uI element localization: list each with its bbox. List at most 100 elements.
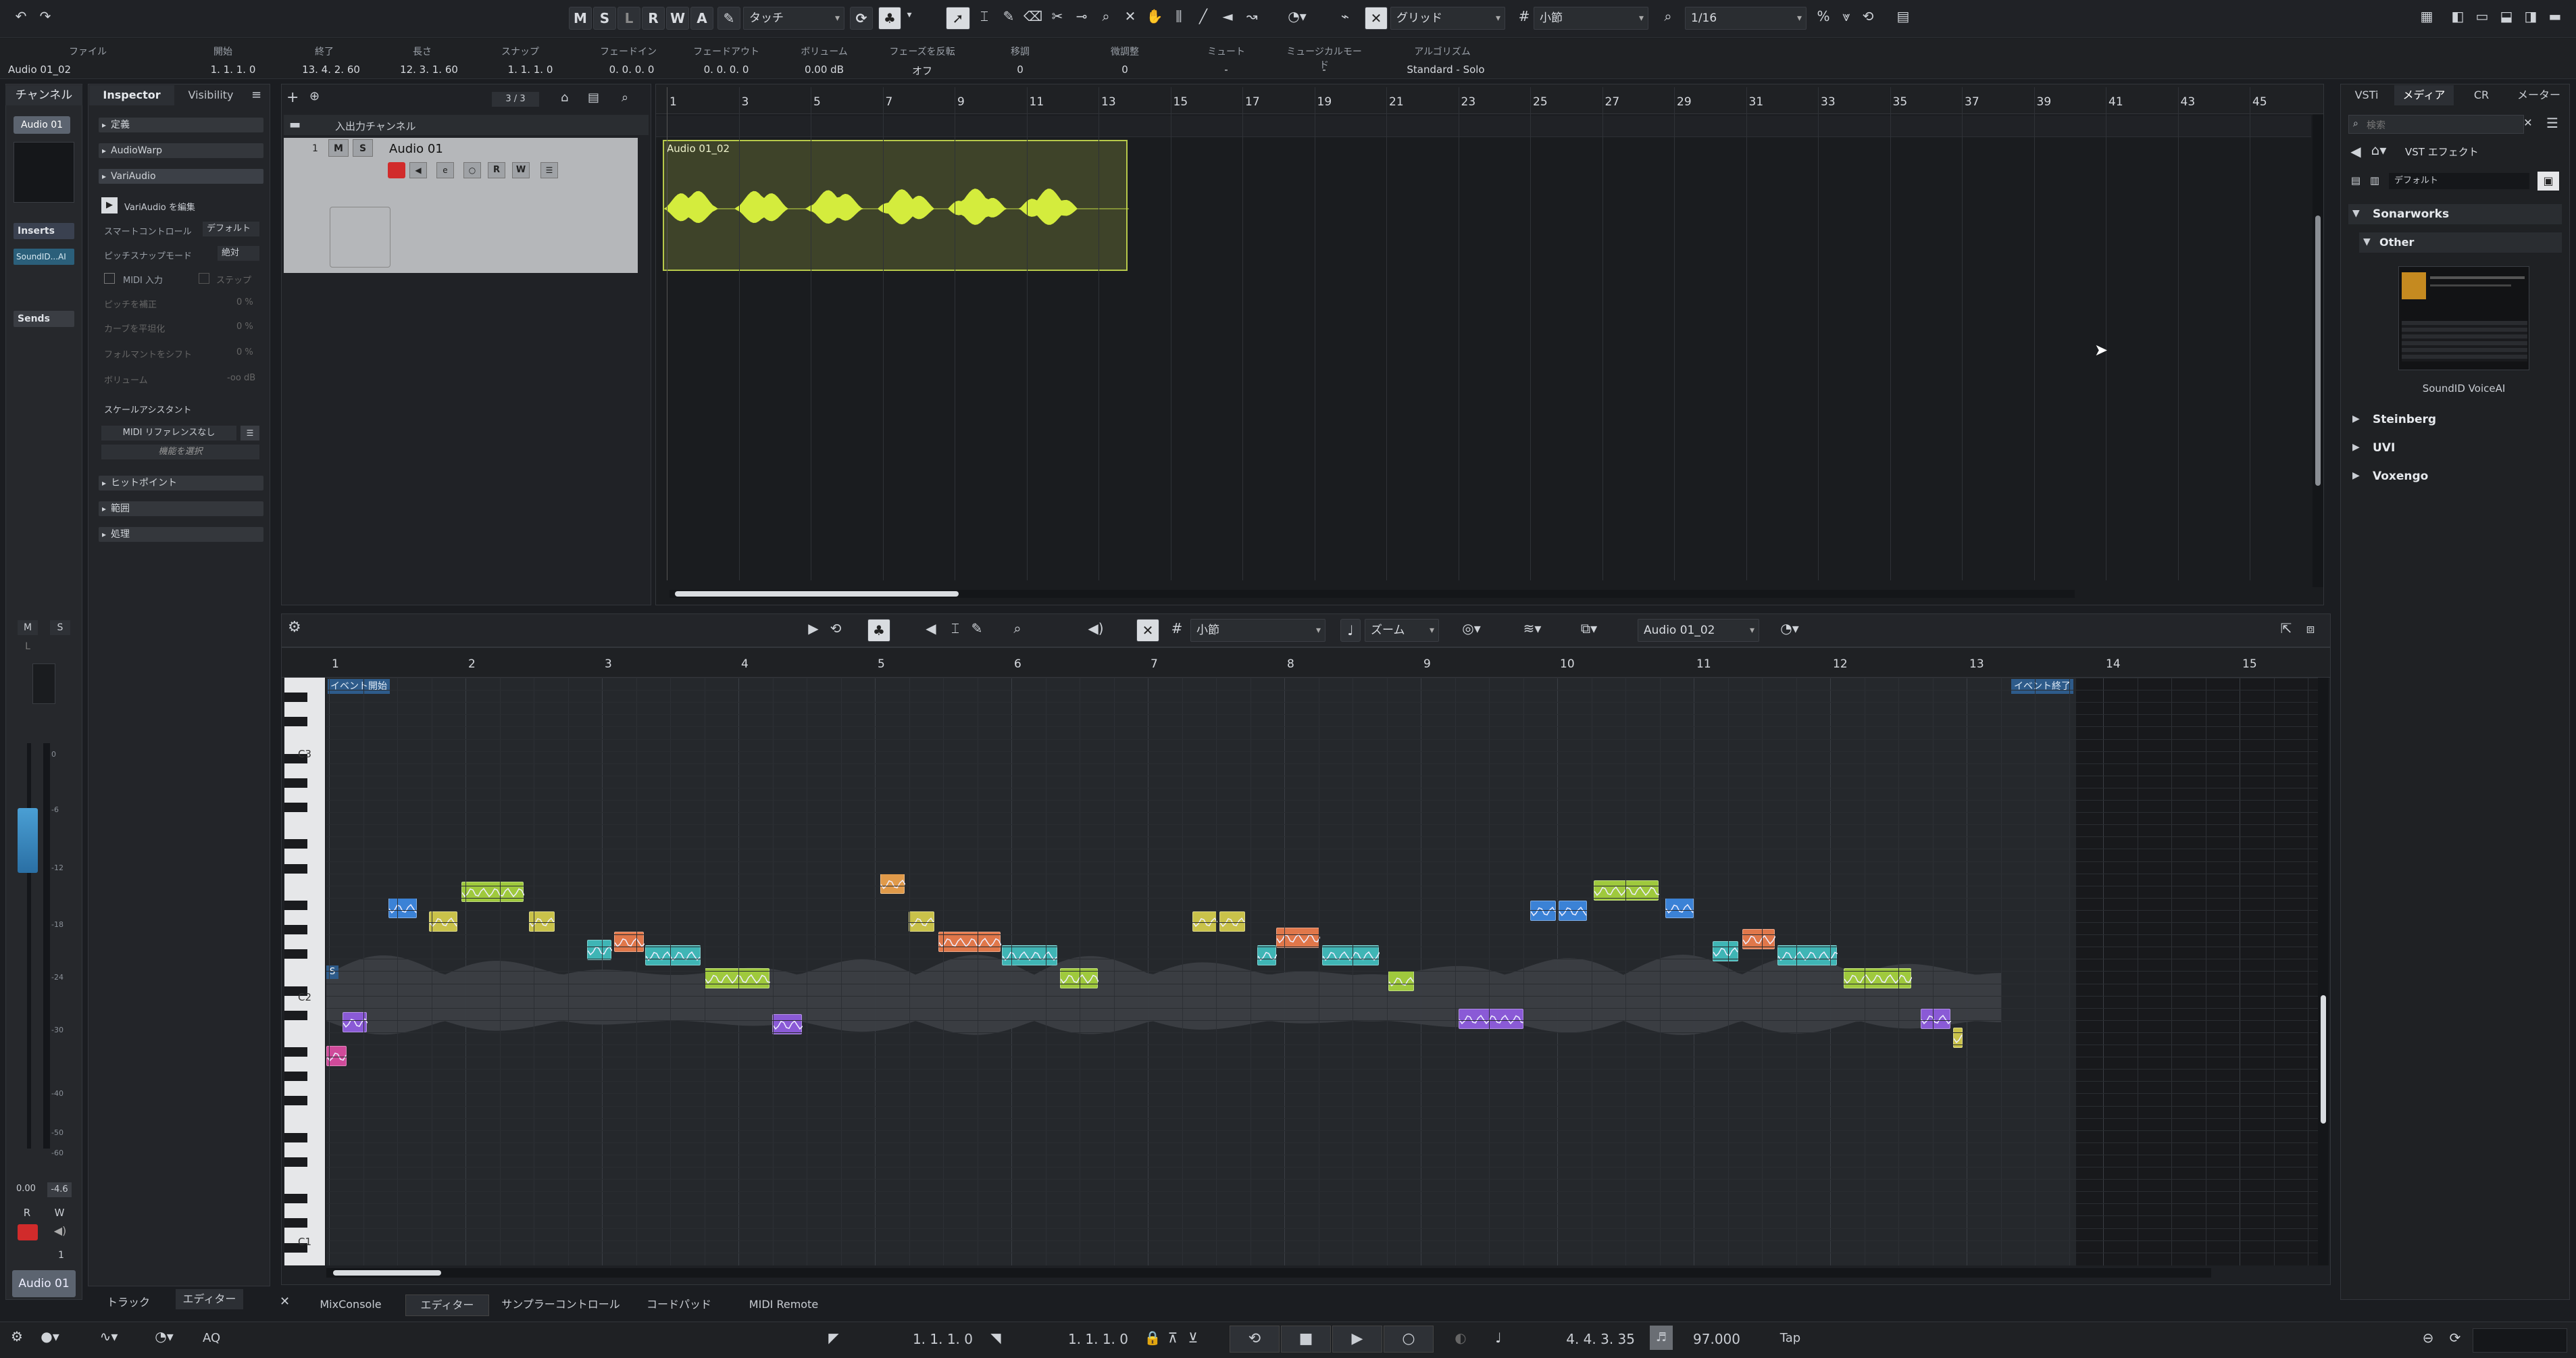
media-list-icon[interactable]: ☰ xyxy=(2543,115,2562,131)
color-menu-icon[interactable]: ◔▾ xyxy=(1284,8,1311,24)
left-locator-icon[interactable]: ◤ xyxy=(824,1330,843,1346)
channel-name-bottom[interactable]: Audio 01 xyxy=(12,1270,76,1297)
right-zone-toggle-icon[interactable]: ◨ xyxy=(2520,8,2542,24)
editor-snap-button[interactable]: ♣ xyxy=(867,619,890,642)
back-icon[interactable]: ◀ xyxy=(2347,143,2365,159)
pitch-segment[interactable] xyxy=(645,945,701,965)
lower-zone-toggle-icon[interactable]: ⬓ xyxy=(2496,8,2517,24)
black-key[interactable] xyxy=(284,900,307,910)
editor-zoom-select[interactable]: ズーム xyxy=(1365,619,1439,642)
pitch-snap-select[interactable]: 絶対 xyxy=(218,246,259,261)
note-grid[interactable]: イベント開始 イベント終了 S xyxy=(326,678,2318,1265)
black-key[interactable] xyxy=(284,925,307,934)
left-locator-value[interactable]: 1. 1. 1. 0 xyxy=(858,1331,973,1347)
strip-listen-button[interactable]: L xyxy=(18,639,38,654)
left-zone-toggle-icon[interactable]: ◧ xyxy=(2447,8,2469,24)
position-display[interactable]: 4. 4. 3. 35 xyxy=(1507,1331,1635,1347)
volume-readout[interactable]: 0.00 xyxy=(16,1184,36,1194)
pitch-correct-value[interactable]: 0 % xyxy=(236,297,253,307)
editor-snap-type-button[interactable]: ✕ xyxy=(1136,619,1159,642)
media-search-input[interactable]: ⌕ 検索 xyxy=(2348,115,2524,134)
scale-assistant-header[interactable]: スケールアシスタント xyxy=(104,403,191,416)
track-search-icon[interactable]: ⌕ xyxy=(622,91,628,105)
hand-icon[interactable]: ✋ xyxy=(1144,8,1165,24)
monitor-button[interactable]: ◀) xyxy=(50,1224,70,1240)
audio-event[interactable]: Audio 01_02 xyxy=(663,140,1129,271)
variaudio-edit-label[interactable]: VariAudio を編集 xyxy=(124,200,195,213)
track-solo-button[interactable]: S xyxy=(353,139,373,157)
pitch-segment[interactable] xyxy=(388,898,417,918)
automation-mode-select[interactable]: タッチ xyxy=(743,7,844,30)
line-tool-icon[interactable]: ╱ xyxy=(1193,8,1213,24)
read-button[interactable]: R xyxy=(642,7,665,30)
snap-dropdown-icon[interactable]: ▾ xyxy=(903,9,916,20)
editor-ruler[interactable] xyxy=(282,648,2330,678)
quantize-apply-icon[interactable]: % xyxy=(1813,8,1834,24)
pitch-segment[interactable] xyxy=(429,911,457,932)
pitch-segment[interactable] xyxy=(1530,901,1556,921)
pitch-segment[interactable] xyxy=(461,882,524,902)
zoom-icon[interactable]: ⌕ xyxy=(1096,8,1116,24)
arranger-hscrollbar[interactable] xyxy=(670,590,2075,598)
info-value-volume[interactable]: 0.00 dB xyxy=(777,64,872,76)
tree-steinberg[interactable]: ▶ Steinberg xyxy=(2348,409,2562,430)
pitch-segment[interactable] xyxy=(587,940,612,960)
info-value-fadein[interactable]: 0. 0. 0. 0 xyxy=(595,64,669,76)
pitch-segment[interactable] xyxy=(1921,1009,1951,1029)
media-view-icon-2[interactable]: ▥ xyxy=(2367,174,2382,186)
track-lock-button[interactable]: ○ xyxy=(463,162,481,178)
section-definition[interactable]: 定義 xyxy=(99,118,263,132)
iterative-quantize-icon[interactable]: ⩔ xyxy=(1836,8,1857,24)
auto-quantize-button[interactable]: AQ xyxy=(203,1331,220,1345)
snap-mode-icon[interactable]: ♣ xyxy=(878,7,901,30)
section-variaudio[interactable]: VariAudio xyxy=(99,169,263,184)
tab-tracks-bottom[interactable]: トラック xyxy=(101,1293,155,1309)
media-breadcrumb[interactable]: VST エフェクト xyxy=(2405,145,2479,159)
snap-on-icon[interactable]: ⌁ xyxy=(1335,8,1355,24)
editor-zoom-icon[interactable]: ⌕ xyxy=(1008,620,1027,636)
status-settings-icon[interactable]: ⚙ xyxy=(7,1328,27,1344)
midi-reference-icon[interactable]: ☰ xyxy=(241,426,259,441)
track-edit-button[interactable]: ☰ xyxy=(540,162,558,178)
status-right-icon-1[interactable]: ⊖ xyxy=(2419,1330,2438,1346)
cycle-button[interactable]: ⟲ xyxy=(1230,1326,1280,1353)
pitch-segment[interactable] xyxy=(880,874,905,894)
quantize-select[interactable]: 1/16 xyxy=(1685,7,1807,30)
tab-mixconsole[interactable]: MixConsole xyxy=(300,1294,401,1315)
black-key[interactable] xyxy=(284,1194,307,1204)
info-value-algorithm[interactable]: Standard - Solo xyxy=(1385,64,1507,76)
channel-strip-header[interactable]: チャンネル xyxy=(5,85,82,105)
info-value-musical[interactable]: - xyxy=(1290,64,1358,76)
metronome-off-icon[interactable]: ◐ xyxy=(1451,1330,1470,1346)
tempo-value[interactable]: 97.000 xyxy=(1680,1331,1740,1347)
pitch-segment[interactable] xyxy=(909,911,934,932)
tab-media[interactable]: メディア xyxy=(2394,85,2454,105)
strip-mute-button[interactable]: M xyxy=(18,620,38,635)
pitch-segment[interactable] xyxy=(1665,898,1694,918)
editor-back-icon[interactable]: ◀ xyxy=(921,620,940,636)
mute-button[interactable]: M xyxy=(569,7,592,30)
automation-button[interactable]: A xyxy=(690,7,713,30)
step-checkbox[interactable] xyxy=(199,273,209,284)
arranger-vscrollbar[interactable] xyxy=(2313,114,2323,587)
inserts-header[interactable]: Inserts xyxy=(14,223,74,239)
play-tool-icon[interactable]: ◄ xyxy=(1217,8,1238,24)
formant-shift-value[interactable]: 0 % xyxy=(236,347,253,357)
section-hitpoints[interactable]: ヒットポイント xyxy=(99,476,263,491)
right-locator-value[interactable]: 1. 1. 1. 0 xyxy=(1013,1331,1128,1347)
listen-button[interactable]: L xyxy=(617,7,640,30)
auto-scroll-icon[interactable]: ⟳ xyxy=(850,7,873,30)
info-value-finetune[interactable]: 0 xyxy=(1094,64,1155,76)
tab-vsti[interactable]: VSTi xyxy=(2343,85,2390,105)
editor-zone-toggle-icon[interactable]: ▭ xyxy=(2471,8,2493,24)
black-key[interactable] xyxy=(284,1157,307,1167)
glue-icon[interactable]: ⊸ xyxy=(1071,8,1092,24)
folder-track-name[interactable]: 入出力チャンネル xyxy=(335,119,416,133)
add-track-icon[interactable]: + xyxy=(286,89,299,106)
info-value-length[interactable]: 12. 3. 1. 60 xyxy=(388,64,470,76)
pitch-segment[interactable] xyxy=(1192,911,1217,932)
play-button[interactable]: ▶ xyxy=(1332,1326,1382,1353)
tab-midi-remote[interactable]: MIDI Remote xyxy=(730,1294,838,1315)
midi-reference-select[interactable]: MIDI リファレンスなし xyxy=(101,426,236,441)
track-read-button[interactable]: R xyxy=(488,162,505,178)
